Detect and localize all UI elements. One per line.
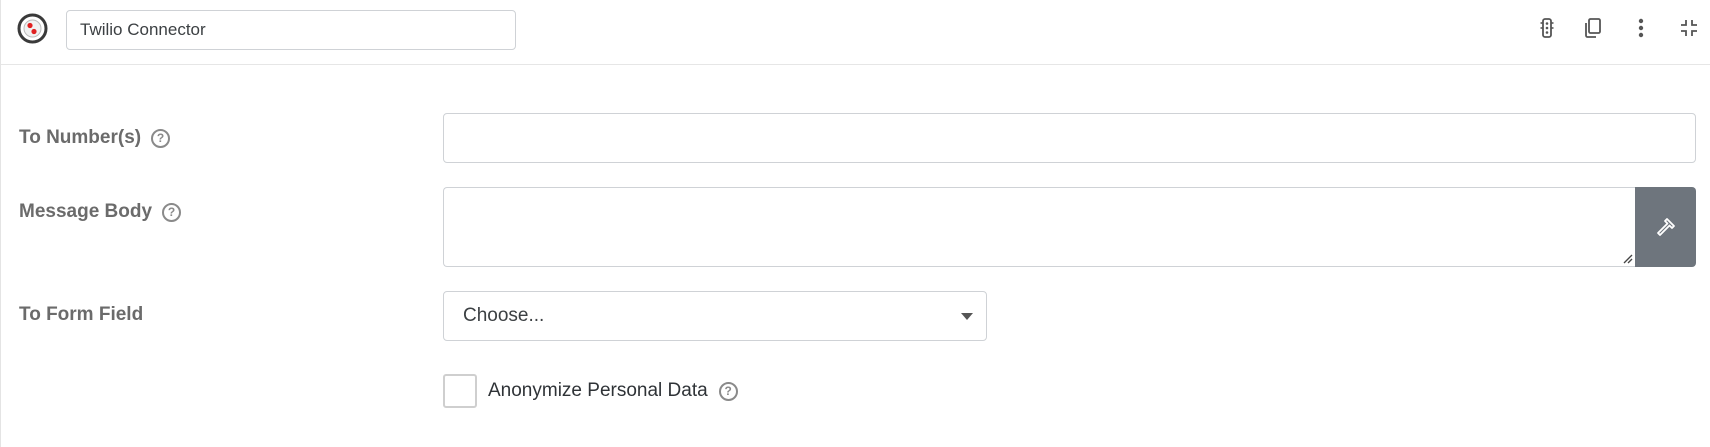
to-form-field-label: To Form Field — [19, 304, 144, 325]
message-body-label-group: Message Body ? — [19, 201, 182, 223]
merge-tags-button[interactable] — [1635, 187, 1696, 267]
copy-icon[interactable] — [1581, 16, 1605, 40]
to-form-field-label-group: To Form Field — [19, 304, 143, 326]
panel-header — [1, 0, 1710, 65]
help-icon[interactable]: ? — [151, 128, 171, 148]
more-vertical-icon[interactable] — [1629, 16, 1653, 40]
help-icon[interactable]: ? — [162, 202, 182, 222]
logo-icon — [17, 13, 48, 44]
anonymize-checkbox[interactable] — [443, 374, 477, 408]
help-icon[interactable]: ? — [718, 381, 738, 401]
traffic-light-icon[interactable] — [1535, 16, 1559, 40]
to-numbers-label-group: To Number(s) ? — [19, 127, 171, 149]
hammer-icon — [1656, 218, 1675, 236]
collapse-icon[interactable] — [1677, 16, 1701, 40]
anonymize-label: Anonymize Personal Data — [488, 380, 708, 401]
message-body-label: Message Body — [19, 201, 153, 222]
to-numbers-input[interactable] — [443, 113, 1696, 163]
to-numbers-label: To Number(s) — [19, 127, 142, 148]
caret-down-icon — [961, 313, 973, 320]
resize-grip-icon[interactable] — [1621, 252, 1633, 264]
connector-title-input[interactable] — [66, 10, 516, 50]
connector-panel: To Number(s) ? Message Body ? To Form Fi… — [0, 0, 1710, 447]
to-form-field-select[interactable]: Choose... — [443, 291, 987, 341]
anonymize-row: Anonymize Personal Data ? — [443, 374, 738, 408]
message-body-textarea[interactable] — [443, 187, 1636, 267]
select-value: Choose... — [463, 305, 545, 326]
